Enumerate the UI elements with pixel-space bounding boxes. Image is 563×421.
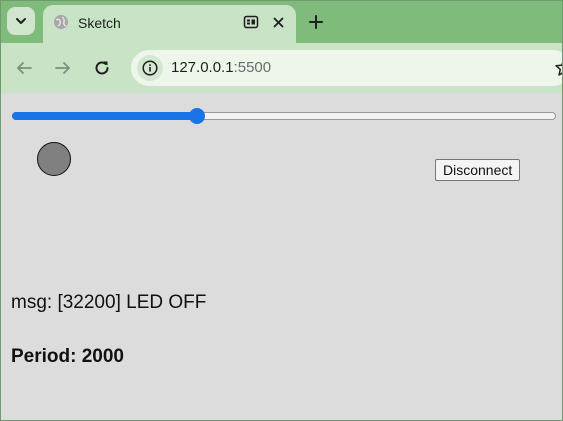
disconnect-button[interactable]: Disconnect (435, 159, 521, 181)
browser-window: Sketch 127.0.0.1:5500 Disconnect msg: [3… (0, 0, 563, 421)
tab-sketch[interactable]: Sketch (43, 5, 296, 43)
back-button[interactable] (13, 57, 35, 79)
forward-button[interactable] (52, 57, 74, 79)
slider-thumb[interactable] (189, 108, 205, 124)
tab-search-button[interactable] (7, 7, 35, 35)
period-slider[interactable] (12, 108, 556, 124)
reload-icon (95, 61, 109, 75)
star-icon[interactable] (554, 58, 563, 78)
info-icon (142, 60, 158, 76)
forward-arrow-icon (55, 62, 70, 74)
media-control-icon[interactable] (243, 14, 259, 30)
plus-icon (309, 15, 323, 29)
tab-title: Sketch (78, 15, 121, 31)
url-text: 127.0.0.1:5500 (171, 59, 271, 76)
close-icon (273, 17, 283, 27)
globe-icon (54, 15, 68, 29)
tab-close-button[interactable] (269, 13, 287, 31)
led-indicator (37, 142, 71, 176)
slider-fill (12, 112, 197, 120)
url-host: 127.0.0.1 (171, 59, 234, 76)
reload-button[interactable] (91, 57, 113, 79)
browser-toolbar: 127.0.0.1:5500 (1, 43, 562, 93)
page-content: Disconnect msg: [32200] LED OFF Period: … (1, 93, 562, 420)
period-text: Period: 2000 (11, 346, 124, 367)
chevron-down-icon (16, 18, 26, 24)
url-port: :5500 (233, 59, 272, 76)
message-text: msg: [32200] LED OFF (11, 292, 207, 313)
new-tab-button[interactable] (306, 12, 326, 32)
back-arrow-icon (17, 62, 32, 74)
tab-strip: Sketch (1, 1, 562, 43)
address-bar[interactable]: 127.0.0.1:5500 (131, 50, 563, 86)
site-info-button[interactable] (137, 55, 163, 81)
